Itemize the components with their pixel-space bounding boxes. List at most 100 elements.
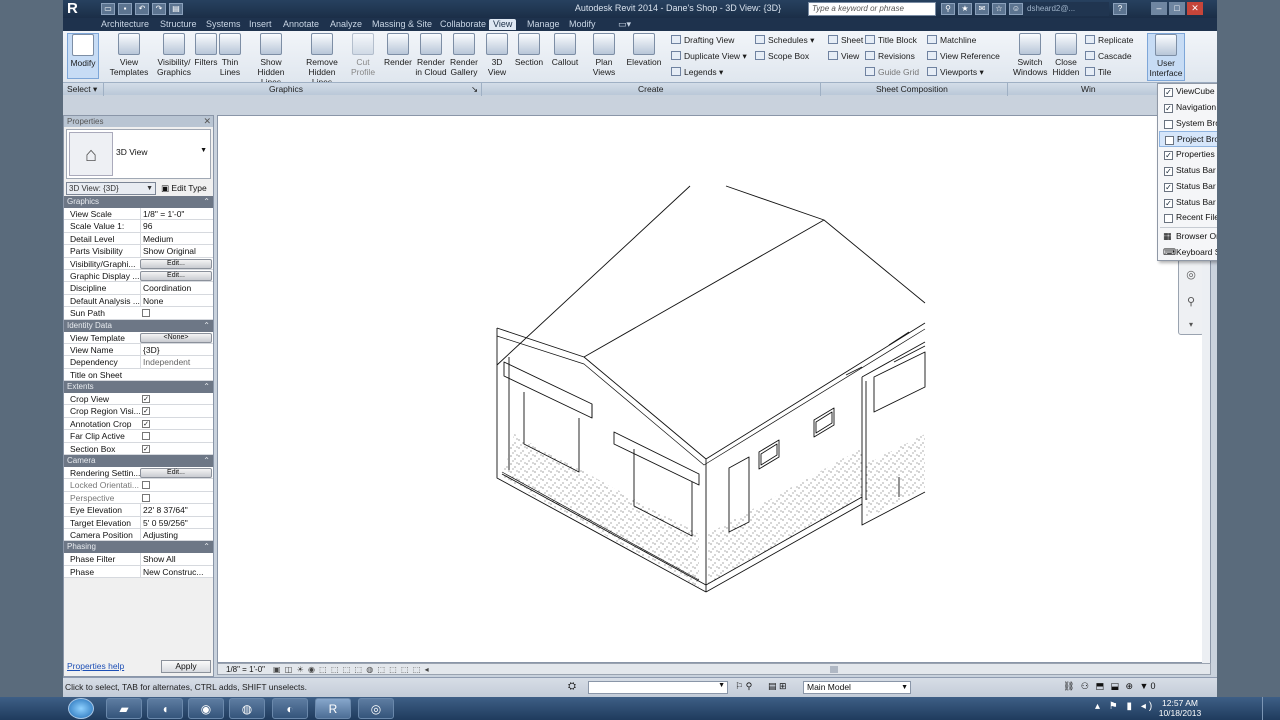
cascade-button[interactable]: Cascade [1085, 50, 1132, 63]
annotation-crop-checkbox[interactable]: ✓ [142, 419, 150, 428]
prop-camera-position[interactable]: Camera Position Adjusting [64, 528, 213, 542]
render-button[interactable]: Render [383, 33, 413, 67]
help-icon[interactable]: ? [1113, 3, 1127, 15]
editable-only-icon[interactable]: ⚐ ⚲ [735, 681, 752, 692]
revit-logo-icon[interactable]: R [67, 0, 87, 18]
edit-button[interactable]: Edit... [140, 258, 212, 269]
tab-manage[interactable]: Manage [527, 19, 560, 30]
panel-launcher-icon[interactable]: ↘ [471, 84, 478, 95]
worksets-combo[interactable]: ▼ [588, 681, 728, 694]
favorites-icon[interactable]: ☆ [992, 3, 1006, 15]
view-templates-button[interactable]: View Templates [109, 33, 149, 77]
tab-structure[interactable]: Structure [160, 19, 197, 30]
perspective-checkbox[interactable] [142, 493, 150, 502]
binoculars-icon[interactable]: ⚲ [941, 3, 955, 15]
tile-button[interactable]: Tile [1085, 66, 1111, 79]
edit-type-button[interactable]: ▣ Edit Type [161, 182, 207, 195]
scope-box-button[interactable]: Scope Box [755, 50, 809, 63]
prop-view-name[interactable]: View Name {3D} [64, 343, 214, 357]
group-graphics[interactable]: Graphics ⌃ [64, 196, 213, 208]
close-hidden-button[interactable]: Close Hidden [1051, 33, 1081, 77]
callout-button[interactable]: Callout [549, 33, 581, 67]
select-dropdown-icon[interactable]: ▾ [93, 84, 97, 95]
explorer-icon[interactable]: ▰ [106, 698, 142, 719]
prop-view-scale[interactable]: View Scale 1/8" = 1'-0" [64, 208, 213, 221]
place-view-button[interactable]: View [828, 50, 859, 63]
menu-item-status-bar-worksets[interactable]: ✓Status Bar - Worksets [1159, 179, 1217, 195]
sheet-button[interactable]: Sheet [828, 34, 863, 47]
thin-lines-button[interactable]: Thin Lines [218, 33, 242, 77]
far-clip-checkbox[interactable] [142, 432, 150, 441]
tab-options-icon[interactable]: ▭▾ [618, 19, 631, 30]
edit-button[interactable]: Edit... [140, 468, 212, 479]
prop-value[interactable]: Coordination [140, 282, 214, 295]
prop-perspective[interactable]: Perspective [64, 491, 213, 505]
prop-value[interactable]: Show All [140, 553, 214, 566]
taskbar-clock[interactable]: 12:57 AM 10/18/2013 [1150, 698, 1210, 718]
cut-profile-button[interactable]: Cut Profile [347, 33, 379, 77]
menu-item-system-browser[interactable]: System Browser [1159, 116, 1217, 132]
section-box-checkbox[interactable]: ✓ [142, 444, 150, 453]
properties-help-link[interactable]: Properties help [67, 661, 124, 671]
prop-detail-level[interactable]: Detail Level Medium [64, 232, 213, 246]
zoom-icon[interactable]: ⚲ [1179, 295, 1203, 308]
subscription-icon[interactable]: ★ [958, 3, 972, 15]
search-input[interactable]: Type a keyword or phrase [808, 2, 936, 16]
guide-grid-button[interactable]: Guide Grid [865, 66, 919, 79]
menu-item-navigation-bar[interactable]: ✓Navigation Bar [1159, 100, 1217, 116]
locked-orientation-checkbox[interactable] [142, 481, 150, 490]
legends-button[interactable]: Legends ▾ [671, 66, 723, 79]
prop-view-template[interactable]: View Template <None> [64, 331, 213, 344]
tab-view[interactable]: View [489, 19, 517, 30]
prop-value[interactable]: None [140, 294, 214, 307]
replicate-button[interactable]: Replicate [1085, 34, 1133, 47]
matchline-button[interactable]: Matchline [927, 34, 976, 47]
render-cloud-button[interactable]: Render in Cloud [415, 33, 447, 77]
prop-graphic-display[interactable]: Graphic Display ... Edit... [64, 269, 213, 283]
user-signin[interactable]: dsheard2@... [1023, 2, 1109, 16]
sun-path-checkbox[interactable] [142, 309, 150, 318]
group-identity-data[interactable]: Identity Data ⌃ [64, 319, 213, 332]
visibility-graphics-button[interactable]: Visibility/ Graphics [154, 33, 194, 77]
open-icon[interactable]: ▭ [101, 3, 115, 15]
close-icon[interactable]: ✕ [1187, 2, 1203, 15]
minimize-icon[interactable]: – [1151, 2, 1167, 15]
apply-button[interactable]: Apply [161, 660, 211, 673]
prop-phase[interactable]: Phase New Construc... [64, 565, 213, 579]
selection-filter-icons[interactable]: ⛓ ⚇ ⬒ ⬓ ⊕ ▼0 [1063, 681, 1157, 692]
elevation-button[interactable]: Elevation [625, 33, 663, 67]
firefox-icon[interactable]: ◐ [272, 698, 308, 719]
revit-taskbar-icon[interactable]: R [315, 698, 351, 719]
prop-eye-elevation[interactable]: Eye Elevation 22' 8 37/64" [64, 504, 213, 517]
worksets-icon[interactable]: ⛭ [568, 681, 576, 692]
3d-view-button[interactable]: 3D View [484, 33, 510, 77]
tab-architecture[interactable]: Architecture [101, 19, 149, 30]
title-block-button[interactable]: Title Block [865, 34, 917, 47]
prop-crop-region-visible[interactable]: Crop Region Visi... ✓ [64, 405, 213, 418]
chevron-down-icon[interactable]: ▼ [200, 147, 207, 154]
prop-sun-path[interactable]: Sun Path [64, 307, 213, 320]
chrome-icon[interactable]: ◍ [229, 698, 265, 719]
prop-annotation-crop[interactable]: Annotation Crop ✓ [64, 417, 213, 431]
prop-target-elevation[interactable]: Target Elevation 5' 0 59/256" [64, 516, 213, 529]
revisions-button[interactable]: Revisions [865, 50, 915, 63]
crop-view-checkbox[interactable]: ✓ [142, 395, 150, 404]
switch-windows-button[interactable]: Switch Windows [1013, 33, 1047, 77]
save-icon[interactable]: ▪ [118, 3, 132, 15]
tab-massing-site[interactable]: Massing & Site [372, 19, 432, 30]
prop-rendering-settings[interactable]: Rendering Settin... Edit... [64, 467, 213, 480]
view-control-icons[interactable]: ▣ ◫ ☀ ◉ ⬚ ⬚ ⬚ ⬚ ◍ ⬚ ⬚ ⬚ ⬚ ◂ [273, 665, 430, 675]
type-selector[interactable]: ⌂ 3D View ▼ [66, 129, 211, 179]
duplicate-view-button[interactable]: Duplicate View ▾ [671, 50, 747, 63]
menu-item-browser-organization[interactable]: ▦ Browser Organization [1159, 229, 1217, 245]
user-interface-button[interactable]: User Interface [1147, 33, 1185, 81]
prop-dependency[interactable]: Dependency Independent [64, 356, 213, 369]
viewports-button[interactable]: Viewports ▾ [927, 66, 984, 79]
plan-views-button[interactable]: Plan Views [589, 33, 619, 77]
view-template-button[interactable]: <None> [140, 332, 212, 343]
view-scale-control[interactable]: 1/8" = 1'-0" [226, 665, 265, 675]
settings-icon[interactable]: ◉ [188, 698, 224, 719]
prop-visibility-graphics[interactable]: Visibility/Graphi... Edit... [64, 257, 213, 270]
prop-value[interactable]: {3D} [140, 343, 214, 356]
menu-item-recent-files[interactable]: Recent Files [1159, 210, 1217, 226]
